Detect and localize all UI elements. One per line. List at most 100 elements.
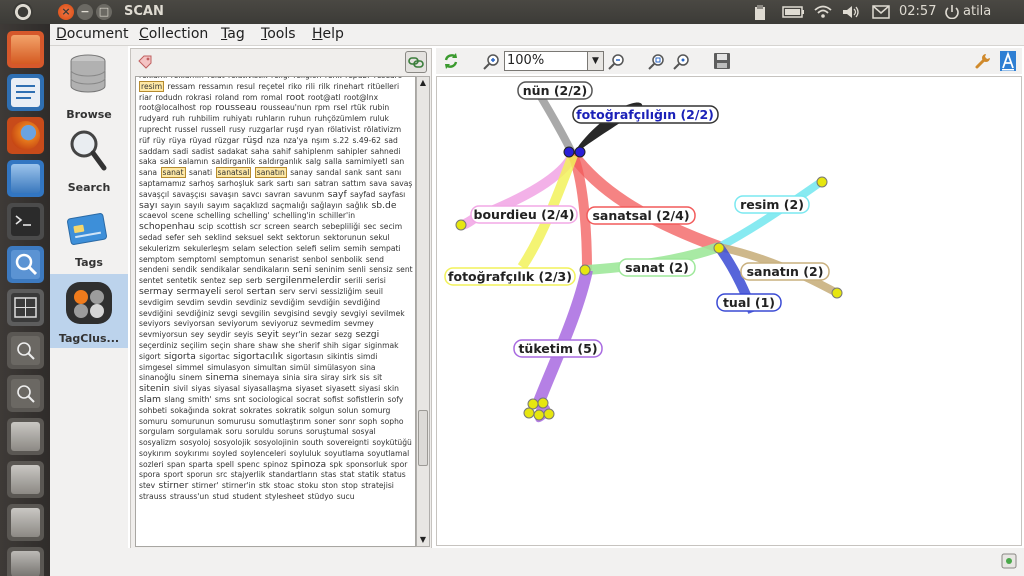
tag-item[interactable]: seksuel [235,233,264,242]
tag-item[interactable]: romal [261,93,283,102]
tag-item[interactable]: rüf [139,136,150,145]
tag-item[interactable]: sovereignti [327,438,369,447]
tag-item[interactable]: simultan [254,363,287,372]
tag-item[interactable]: socrat [296,395,320,404]
tag-item[interactable]: rousseau'nun [260,103,311,112]
menu-tools[interactable]: Tools [261,26,296,42]
tag-item[interactable]: sikintis [327,352,353,361]
leaf-node-tuketim-2[interactable] [537,397,549,409]
node-tual[interactable]: tual (1) [716,293,782,312]
tag-item[interactable]: sevmedim [301,319,341,328]
tag-item[interactable]: soykırımı [175,449,209,458]
tag-item[interactable]: sinemaya [242,373,279,382]
window-close-button[interactable]: × [58,4,74,20]
refresh-icon[interactable] [442,52,460,70]
tag-item[interactable]: sosyoloj [180,438,211,447]
tag-item[interactable]: sertan [247,286,276,297]
tag-item[interactable]: sarhoşluk [217,179,253,188]
tag-item[interactable]: shih [323,341,339,350]
menu-document[interactable]: Document [56,26,129,42]
tag-item[interactable]: stud [212,492,229,501]
tag-item[interactable]: sedad [139,233,162,242]
window-minimize-button[interactable]: − [77,4,93,20]
tag-item[interactable]: spora [139,470,160,479]
tag-item[interactable]: soykütüğü [372,438,412,447]
tag-item[interactable]: soyled [212,449,237,458]
tag-item[interactable]: screen [265,222,290,231]
tag-item[interactable]: sevgi [218,309,238,318]
tag-item[interactable]: sava [369,179,387,188]
search-app-icon[interactable] [7,246,44,283]
tag-item[interactable]: saçaklızd [233,201,268,210]
tag-item[interactable]: seuil [365,287,383,296]
tag-item[interactable]: researc [374,77,402,80]
tag-item[interactable]: sosyalizm [139,438,176,447]
tag-item[interactable]: rüya [169,136,186,145]
tag-item[interactable]: scottish [217,222,247,231]
tag-item[interactable]: senbolik [331,255,363,264]
status-indicator-icon[interactable] [1001,553,1017,569]
leaf-node-tuketim-5[interactable] [543,408,555,420]
node-tuketim[interactable]: tüketim (5) [513,339,603,358]
leaf-node-resim[interactable] [816,176,828,188]
tag-item[interactable]: sahnedi [371,147,401,156]
tag-item[interactable]: saka [139,157,157,166]
tag-item[interactable]: sahiplenm [294,147,333,156]
tag-item[interactable]: stat [340,470,355,479]
tag-item[interactable]: serol [225,287,243,296]
tag-item[interactable]: rili [306,82,315,91]
tag-item[interactable]: somurg [362,406,391,415]
tag-item[interactable]: sadi [173,147,189,156]
drive-icon-1[interactable] [7,418,44,455]
tag-item[interactable]: salamın [179,157,209,166]
leaf-node-fotografciligin-1[interactable] [563,146,575,158]
tag-item[interactable]: sevgilin [241,309,270,318]
tag-item[interactable]: rölativizm [364,125,401,134]
tag-item[interactable]: repubr [345,77,370,80]
tag-item[interactable]: serb [246,276,263,285]
tag-item[interactable]: siyas [191,384,210,393]
tag-item[interactable]: search [293,222,318,231]
tag-item[interactable]: seyit [257,329,279,340]
tag-item[interactable]: sivil [173,384,188,393]
tag-item[interactable]: sb.de [371,200,396,211]
tag-item[interactable]: spor [391,460,408,469]
nav-browse[interactable]: Browse [50,50,128,122]
tag-item[interactable]: sopho [381,417,404,426]
tag-item[interactable]: sarhoş [189,179,214,188]
tag-item[interactable]: secim [380,222,402,231]
tag-item[interactable]: sark [257,179,273,188]
tag-item[interactable]: sadist [192,147,214,156]
tag-item[interactable]: simulasyon [207,363,250,372]
tag-item[interactable]: soyutlama [324,449,364,458]
firefox-icon[interactable] [7,117,44,154]
tag-item[interactable]: savcı [242,190,261,199]
tag-item[interactable]: solun [338,406,358,415]
tag-item[interactable]: sayı [139,200,157,211]
tag-item[interactable]: sana [139,168,157,177]
tag-item[interactable]: sentetik [167,276,198,285]
tag-item[interactable]: soner [314,417,335,426]
tag-item[interactable]: selam [233,244,256,253]
save-icon[interactable] [713,52,731,70]
leaf-node-fotografciligin-2[interactable] [574,146,586,158]
tag-item[interactable]: sevmiyorsun [139,330,187,339]
tag-item[interactable]: rilk [318,82,330,91]
tag-item[interactable]: sponsorluk [346,460,387,469]
tag-item[interactable]: sayfası [379,190,406,199]
tag-item[interactable]: sevdiğini [139,309,173,318]
tag-item[interactable]: ston [322,481,338,490]
user-name[interactable]: atila [963,4,991,19]
tag-item[interactable]: standartların [269,470,318,479]
tag-item[interactable]: sendeni [139,265,169,274]
tag-item[interactable]: rodudn [155,93,182,102]
tag-item[interactable]: sis [360,373,370,382]
node-resim[interactable]: resim (2) [734,195,810,214]
tag-item[interactable]: sermayeli [177,286,222,297]
tag-item[interactable]: relat [207,77,224,80]
tag-item[interactable]: schelling'in [273,211,316,220]
tag-item[interactable]: slang [164,395,184,404]
tag-item[interactable]: sağlayın [311,201,343,210]
tag-item[interactable]: rüy [153,136,165,145]
tag-item[interactable]: skin [384,384,399,393]
